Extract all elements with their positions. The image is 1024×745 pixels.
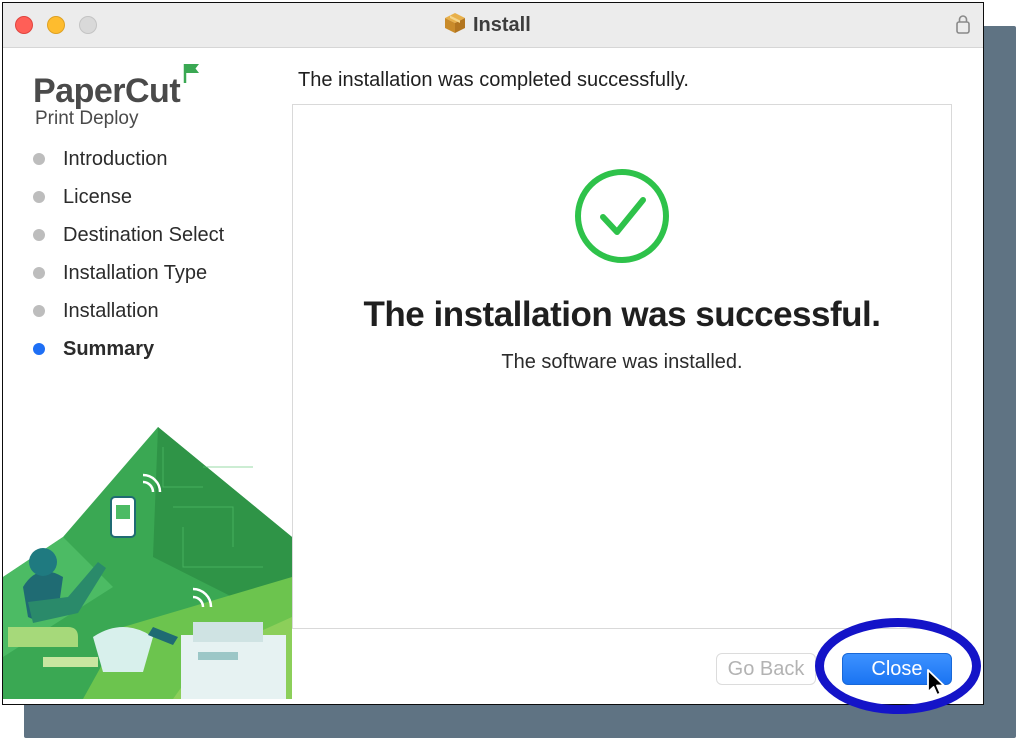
mouse-pointer-icon xyxy=(926,668,948,703)
step-label: Installation xyxy=(63,299,159,322)
step-label: Installation Type xyxy=(63,261,208,284)
window-title: Install xyxy=(473,13,531,36)
go-back-button[interactable]: Go Back xyxy=(716,653,816,685)
summary-panel: The installation was successful. The sof… xyxy=(292,104,952,629)
zoom-window-button[interactable] xyxy=(79,16,97,34)
minimize-window-button[interactable] xyxy=(47,16,65,34)
step-current-bullet-icon xyxy=(33,343,45,355)
sidebar: PaperCut Print Deploy Introduction Licen… xyxy=(3,48,292,704)
page-heading: The installation was completed successfu… xyxy=(298,69,689,91)
step-destination-select: Destination Select xyxy=(33,216,224,254)
title-bar[interactable]: Install xyxy=(3,3,983,48)
step-label: Summary xyxy=(63,337,155,360)
step-installation-type: Installation Type xyxy=(33,254,224,292)
step-installation: Installation xyxy=(33,292,224,330)
close-window-button[interactable] xyxy=(15,16,33,34)
package-icon xyxy=(443,11,467,40)
screenshot-stage: Install PaperCut Print Deploy Introducti… xyxy=(0,0,1024,745)
step-bullet-icon xyxy=(33,229,45,241)
window-title-group: Install xyxy=(443,12,531,38)
step-introduction: Introduction xyxy=(33,140,224,178)
brand-logo-name: PaperCut xyxy=(33,72,181,110)
installer-steps: Introduction License Destination Select … xyxy=(33,140,224,368)
step-bullet-icon xyxy=(33,267,45,279)
step-bullet-icon xyxy=(33,191,45,203)
sidebar-illustration xyxy=(3,427,292,704)
button-bar: Go Back Close xyxy=(292,629,983,704)
step-license: License xyxy=(33,178,224,216)
lock-icon xyxy=(955,14,971,39)
installer-window: Install PaperCut Print Deploy Introducti… xyxy=(2,2,984,705)
brand-logo-product: Print Deploy xyxy=(35,108,139,129)
success-title: The installation was successful. xyxy=(363,295,881,334)
step-bullet-icon xyxy=(33,153,45,165)
brand-flag-icon xyxy=(183,62,201,89)
step-label: License xyxy=(63,185,132,208)
step-label: Destination Select xyxy=(63,223,225,246)
success-subtitle: The software was installed. xyxy=(501,351,743,373)
step-label: Introduction xyxy=(63,147,168,170)
step-bullet-icon xyxy=(33,305,45,317)
success-check-icon xyxy=(573,167,671,270)
step-summary: Summary xyxy=(33,330,224,368)
